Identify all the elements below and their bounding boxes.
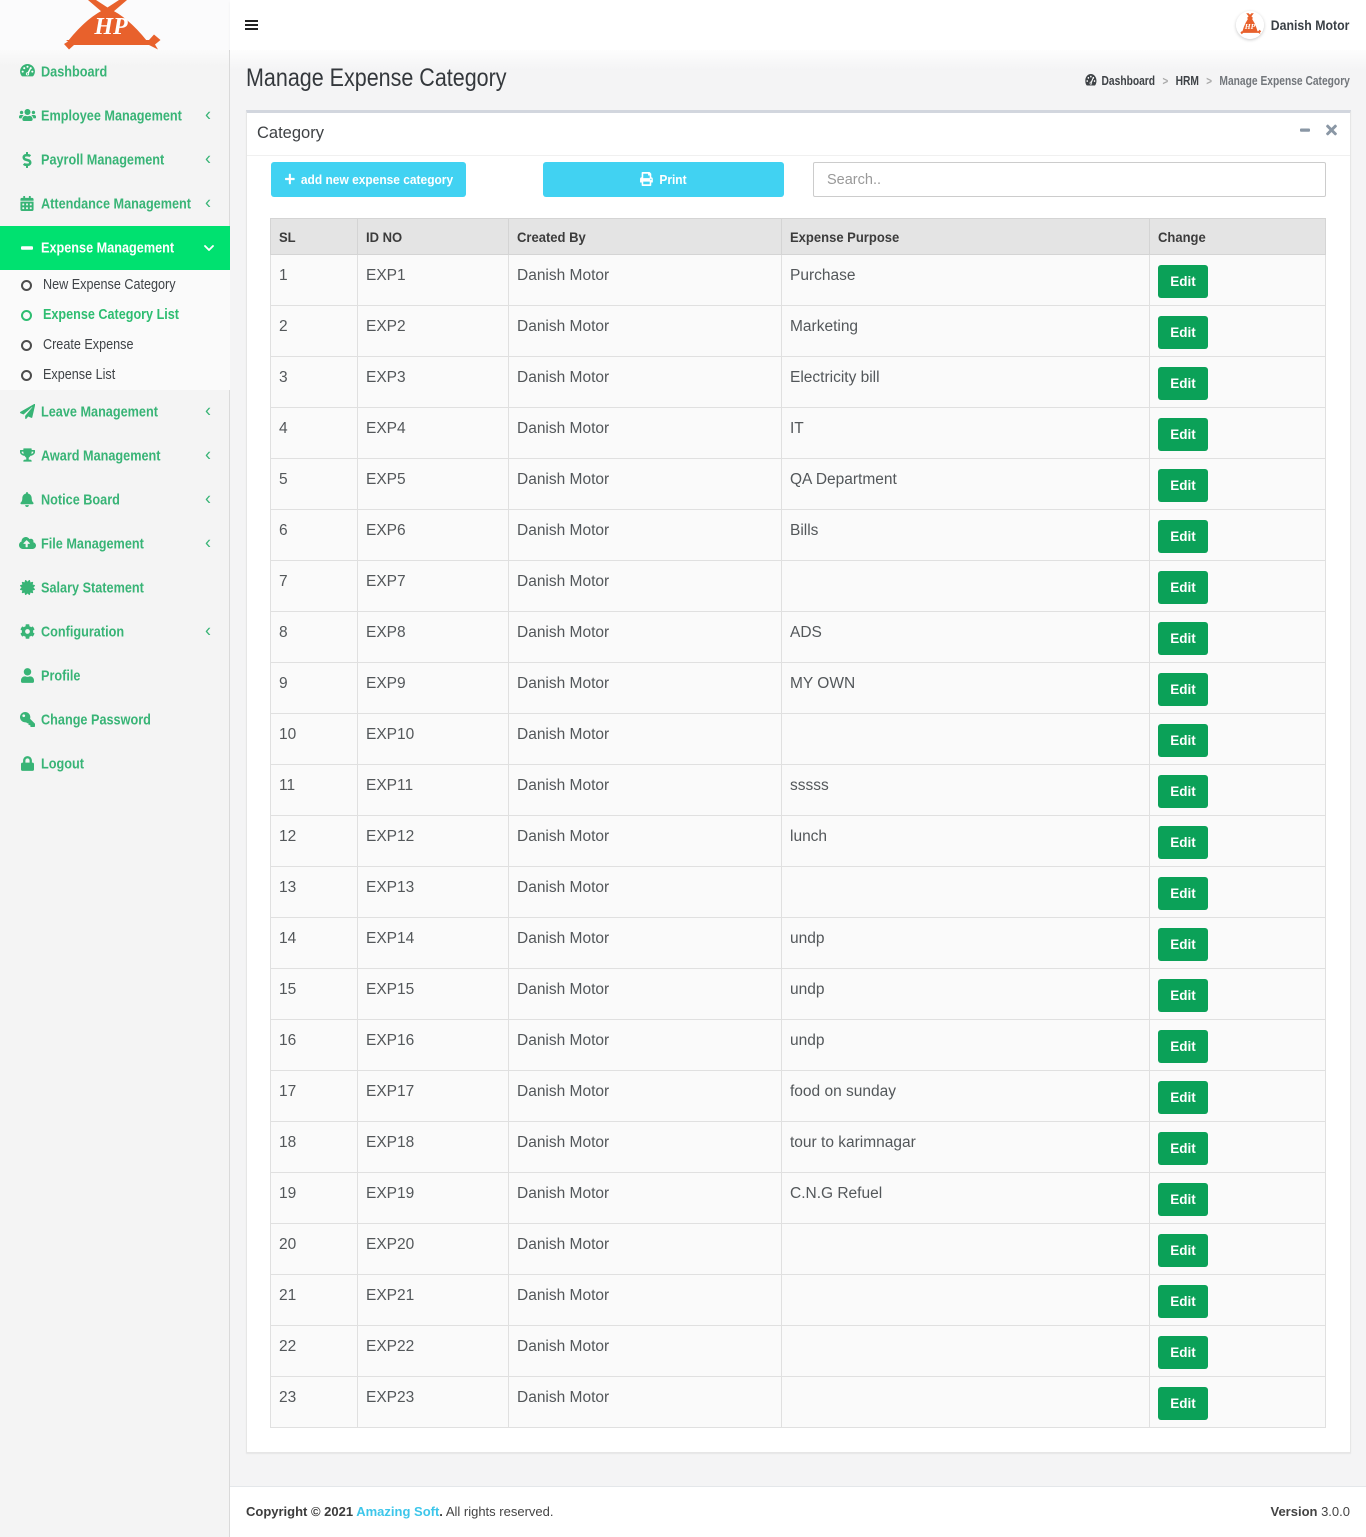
- svg-text:HP: HP: [1244, 22, 1256, 31]
- svg-text:HP: HP: [93, 14, 128, 40]
